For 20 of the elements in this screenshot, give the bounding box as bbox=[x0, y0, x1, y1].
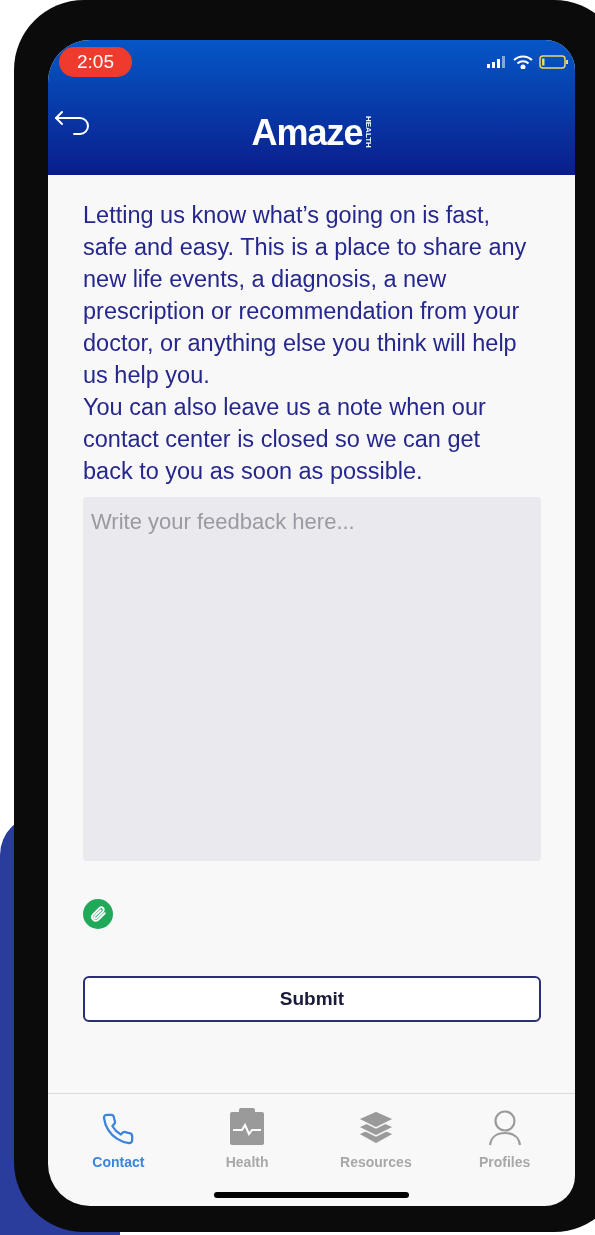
attach-button[interactable] bbox=[83, 899, 113, 929]
tab-bar-item[interactable]: Contact bbox=[68, 1108, 169, 1173]
feedback-field[interactable]: Write your feedback here... bbox=[83, 497, 541, 861]
status-time: 2:05 bbox=[59, 47, 132, 77]
submit-button[interactable]: Submit bbox=[83, 976, 541, 1022]
clipboard-pulse-icon bbox=[229, 1108, 266, 1146]
wifi-icon bbox=[513, 55, 533, 69]
paperclip-icon bbox=[89, 905, 107, 923]
signal-icon bbox=[487, 56, 507, 68]
battery-icon bbox=[539, 55, 569, 69]
phone-icon bbox=[101, 1112, 136, 1146]
person-icon bbox=[487, 1110, 522, 1146]
back-icon[interactable] bbox=[54, 110, 92, 136]
intro-paragraph: Letting us know what’s going on is fast, safe and easy. This is a place to share any new life events, a diagnosis, a new prescription or recommendation from your doctor, or anything else you think will help us help you. bbox=[83, 201, 528, 390]
app-logo: Amaze bbox=[251, 114, 363, 152]
logo-tagline: HEALTH bbox=[363, 116, 372, 148]
tab-bar-item[interactable]: Profiles bbox=[454, 1108, 555, 1173]
tab-bar-item[interactable]: Health bbox=[197, 1108, 298, 1173]
tab-bar-item[interactable]: Resources bbox=[325, 1108, 426, 1173]
intro-paragraph: You can also leave us a note when our contact center is closed so we can get back to you as soon as possible. bbox=[83, 393, 487, 486]
